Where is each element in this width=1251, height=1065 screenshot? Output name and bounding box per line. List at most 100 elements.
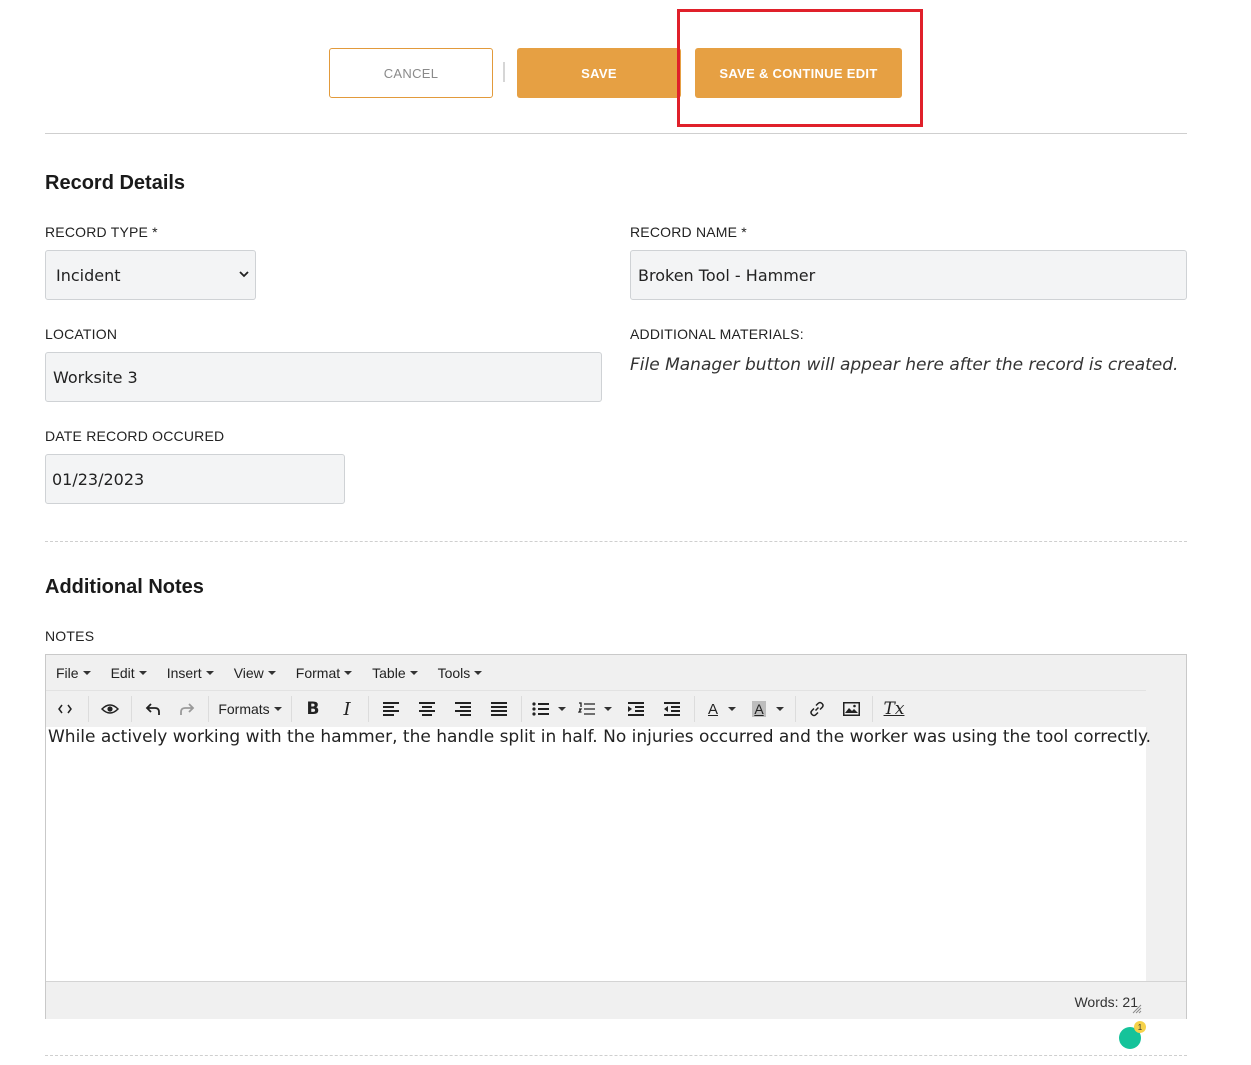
record-name-value: Broken Tool - Hammer [638,265,816,285]
toolbar-separator [88,696,89,722]
align-right-button[interactable] [445,691,481,728]
toolbar-separator [795,696,796,722]
undo-button[interactable] [136,691,170,728]
toolbar-separator [291,696,292,722]
numbered-list-button[interactable] [572,691,618,728]
record-type-select[interactable]: Incident [45,250,256,300]
caret-down-icon [604,707,612,711]
date-occurred-value: 01/23/2023 [52,469,145,489]
menu-file[interactable]: File [56,665,91,681]
text-color-button[interactable]: A [699,691,745,728]
additional-materials-label: ADDITIONAL MATERIALS: [630,326,804,342]
top-divider [45,133,1187,134]
link-icon [810,701,824,717]
align-right-icon [455,702,471,716]
numbered-list-icon [578,702,595,715]
date-occurred-label: DATE RECORD OCCURED [45,428,225,444]
toolbar-separator [521,696,522,722]
editor-statusbar: Words: 21 [46,981,1186,1019]
background-color-icon: A [752,701,766,717]
additional-notes-title: Additional Notes [45,576,204,598]
toolbar-separator [208,696,209,722]
editor-menubar: File Edit Insert View Format Table Tools [46,655,1146,690]
chevron-down-icon [239,271,249,278]
file-manager-hint: File Manager button will appear here aft… [630,355,1179,375]
indent-button[interactable] [654,691,690,728]
caret-down-icon [775,707,784,711]
eye-icon [101,704,119,714]
notes-label: NOTES [45,628,95,644]
cancel-button[interactable]: CANCEL [329,48,493,98]
editor-toolbar: Formats B I A A Tx [46,690,1146,727]
save-button[interactable]: SAVE [517,48,681,98]
align-center-button[interactable] [409,691,445,728]
background-color-button[interactable]: A [745,691,791,728]
caret-down-icon [273,707,282,711]
menu-view[interactable]: View [234,665,276,681]
formats-dropdown[interactable]: Formats [213,691,287,728]
outdent-button[interactable] [618,691,654,728]
notes-content-area[interactable]: While actively working with the hammer, … [46,727,1151,1049]
align-center-icon [419,702,435,716]
outdent-icon [628,702,644,716]
record-name-label: RECORD NAME * [630,224,747,240]
menu-table[interactable]: Table [372,665,418,681]
menu-format-label: Format [295,664,341,681]
caret-down-icon [205,670,214,675]
notes-content-text: While actively working with the hammer, … [48,727,1152,747]
caret-down-icon [138,670,147,675]
align-left-button[interactable] [373,691,409,728]
notes-editor: File Edit Insert View Format Table Tools… [45,654,1187,1049]
toolbar-separator [872,696,873,722]
caret-down-icon [344,670,353,675]
italic-button[interactable]: I [330,691,364,728]
bottom-divider [45,1055,1187,1056]
menu-tools-label: Tools [437,664,471,681]
indent-icon [664,702,680,716]
image-button[interactable] [834,691,868,728]
menu-tools[interactable]: Tools [438,665,483,681]
record-details-title: Record Details [45,172,186,194]
location-label: LOCATION [45,326,118,342]
record-name-input[interactable]: Broken Tool - Hammer [630,250,1187,300]
menu-format[interactable]: Format [295,664,353,681]
justify-button[interactable] [481,691,517,728]
redo-button[interactable] [170,691,204,728]
menu-insert[interactable]: Insert [167,665,214,681]
align-left-icon [383,702,399,716]
date-occurred-input[interactable]: 01/23/2023 [45,454,345,504]
caret-down-icon [558,707,566,711]
clear-formatting-icon: Tx [883,699,905,719]
grammarly-badge: 1 [1134,1021,1146,1033]
code-icon [58,704,72,714]
button-divider [503,62,505,82]
image-icon [842,702,860,716]
word-count: Words: 21 [1074,994,1138,1010]
clear-formatting-button[interactable]: Tx [877,691,911,728]
resize-handle-icon[interactable] [1132,1004,1142,1014]
menu-insert-label: Insert [166,664,202,681]
bold-icon: B [306,699,320,719]
menu-file-label: File [56,664,79,681]
menu-edit[interactable]: Edit [111,665,147,681]
record-type-value: Incident [56,265,121,285]
caret-down-icon [474,670,483,675]
source-code-button[interactable] [46,691,84,728]
caret-down-icon [267,670,276,675]
toolbar-separator [694,696,695,722]
justify-icon [491,702,507,716]
section-divider [45,541,1187,542]
bullet-list-button[interactable] [526,691,572,728]
caret-down-icon [82,670,91,675]
record-type-label: RECORD TYPE * [45,224,158,240]
caret-down-icon [409,670,418,675]
formats-label: Formats [218,701,270,717]
location-input[interactable]: Worksite 3 [45,352,602,402]
preview-button[interactable] [93,691,127,728]
menu-view-label: View [233,664,264,681]
caret-down-icon [728,707,736,711]
bold-button[interactable]: B [296,691,330,728]
text-color-icon: A [707,700,718,718]
link-button[interactable] [800,691,834,728]
toolbar-separator [131,696,132,722]
